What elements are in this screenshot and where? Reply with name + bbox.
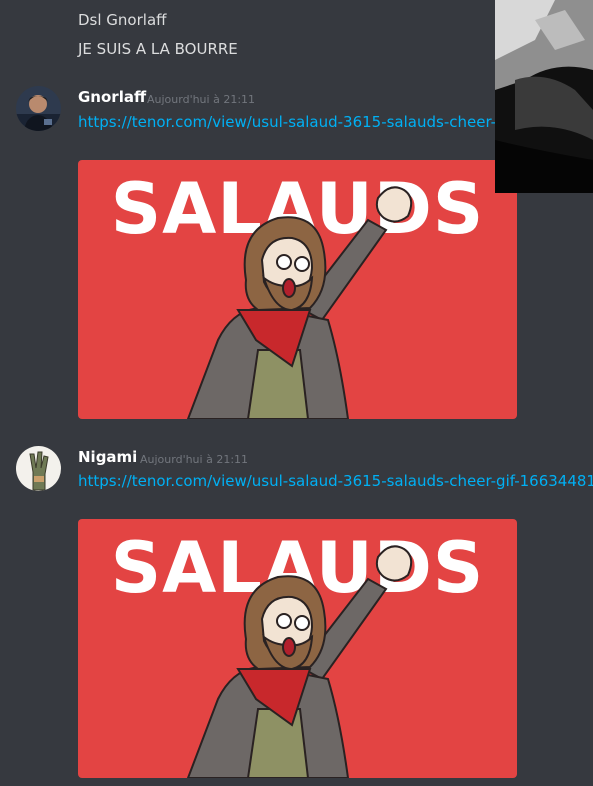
avatar[interactable]	[16, 446, 61, 491]
avatar[interactable]	[16, 86, 61, 131]
message-text: JE SUIS A LA BOURRE	[78, 40, 238, 58]
gif-embed[interactable]: SALAUDS	[78, 519, 517, 778]
cheering-man-illustration	[186, 186, 413, 419]
gif-link[interactable]: https://tenor.com/view/usul-salaud-3615-…	[78, 470, 593, 493]
chat-messages: Dsl Gnorlaff JE SUIS A LA BOURRE Gnorlaf…	[0, 0, 593, 786]
username[interactable]: Gnorlaff	[78, 88, 146, 106]
video-frame	[495, 0, 593, 193]
video-overlay[interactable]	[495, 0, 593, 193]
cheering-man-illustration	[186, 545, 413, 778]
message-timestamp: Aujourd'hui à 21:11	[147, 93, 256, 106]
message-timestamp: Aujourd'hui à 21:11	[140, 453, 249, 466]
message-text: Dsl Gnorlaff	[78, 11, 167, 29]
gif-embed[interactable]: SALAUDS	[78, 160, 517, 419]
username[interactable]: Nigami	[78, 448, 137, 466]
